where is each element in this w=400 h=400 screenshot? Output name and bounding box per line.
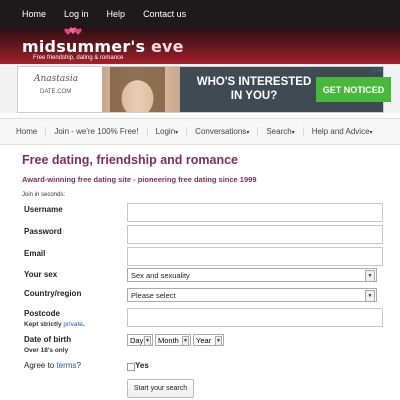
country-select[interactable]: Please select ▼ <box>127 288 377 302</box>
nav-join-label: Join - we're 100% Free! <box>54 127 139 136</box>
dob-day-select[interactable]: Day ▼ <box>127 334 153 346</box>
dob-month-select[interactable]: Month ▼ <box>155 334 191 346</box>
terms-link[interactable]: terms <box>56 361 76 370</box>
nav-home[interactable]: Home <box>16 127 47 136</box>
ad-photo-shading <box>110 67 165 112</box>
caret-down-icon: ▾ <box>291 130 295 136</box>
ad-brand-domain: DATE.COM <box>40 89 72 95</box>
username-label: Username <box>24 205 63 214</box>
topnav-help[interactable]: Help <box>107 9 126 19</box>
site-logo[interactable]: midsummer's eve <box>22 37 184 56</box>
site-tagline: Free friendship, dating & romance <box>33 55 124 61</box>
agree-checkbox[interactable] <box>127 363 135 371</box>
join-seconds-note: Join in seconds: <box>22 192 66 198</box>
agree-label: Agree to terms? <box>24 361 81 370</box>
nav-help-advice[interactable]: Help and Advice▾ <box>312 127 381 136</box>
password-input[interactable] <box>127 225 383 244</box>
caret-down-icon: ▾ <box>369 130 373 136</box>
postcode-note-suffix: . <box>82 321 85 328</box>
postcode-note: Kept strictly private. <box>24 321 85 328</box>
dob-year-value: Year <box>196 335 212 345</box>
ad-cta-button[interactable]: GET NOTICED <box>316 77 391 102</box>
caret-down-icon: ▾ <box>246 130 250 136</box>
select-arrow-icon: ▼ <box>215 336 222 346</box>
country-label: Country/region <box>24 289 82 298</box>
sex-select-value: Sex and sexuality <box>131 270 190 280</box>
main-navigation: Home Join - we're 100% Free! Login▾ Conv… <box>0 119 400 145</box>
advertisement-banner[interactable]: Anastasia DATE.COM WHO'S INTERESTED IN Y… <box>17 66 391 113</box>
top-navigation: Home Log in Help Contact us <box>0 0 400 27</box>
brand-header: midsummer's eve Free friendship, dating … <box>0 27 400 64</box>
nav-login-label: Login <box>155 127 176 136</box>
topnav-home[interactable]: Home <box>22 9 46 19</box>
signup-form: Free dating, friendship and romance Awar… <box>22 153 383 398</box>
logo-name-1: midsummer's <box>22 37 146 56</box>
agree-text: Agree to <box>24 361 57 370</box>
country-select-value: Please select <box>131 290 176 300</box>
nav-join[interactable]: Join - we're 100% Free! <box>54 127 148 136</box>
select-arrow-icon: ▼ <box>365 270 375 282</box>
topnav-login[interactable]: Log in <box>64 9 89 19</box>
nav-search-label: Search <box>266 127 292 136</box>
nav-help-advice-label: Help and Advice <box>311 127 370 136</box>
agree-suffix: ? <box>76 361 81 370</box>
dob-label: Date of birth <box>24 335 72 344</box>
sex-select[interactable]: Sex and sexuality ▼ <box>127 268 377 282</box>
page-subtitle: Award-winning free dating site - pioneer… <box>22 175 257 184</box>
email-input[interactable] <box>127 247 383 266</box>
sex-label: Your sex <box>24 270 58 279</box>
nav-home-label: Home <box>16 127 38 136</box>
caret-down-icon: ▾ <box>175 130 179 136</box>
nav-conversations-label: Conversations <box>195 127 247 136</box>
dob-month-value: Month <box>158 335 179 345</box>
logo-name-2: eve <box>145 37 184 56</box>
username-input[interactable] <box>127 203 383 222</box>
dob-year-select[interactable]: Year ▼ <box>193 334 224 346</box>
dob-day-value: Day <box>130 335 144 345</box>
select-arrow-icon: ▼ <box>365 290 375 302</box>
email-label: Email <box>24 249 46 258</box>
nav-login[interactable]: Login▾ <box>156 127 188 136</box>
postcode-label: Postcode <box>24 309 61 318</box>
ad-brand-panel: Anastasia DATE.COM <box>18 67 102 112</box>
ad-choices-icon[interactable]: ▷✕ <box>372 67 382 74</box>
select-arrow-icon: ▼ <box>144 336 151 346</box>
privacy-link[interactable]: private <box>63 321 83 328</box>
postcode-input[interactable] <box>127 308 383 327</box>
dob-note: Over 18's only <box>24 347 69 354</box>
select-arrow-icon: ▼ <box>182 336 189 346</box>
password-label: Password <box>24 227 62 236</box>
nav-conversations[interactable]: Conversations▾ <box>195 127 259 136</box>
postcode-note-text: Kept strictly <box>24 321 64 328</box>
topnav-contact[interactable]: Contact us <box>143 9 186 19</box>
nav-search[interactable]: Search▾ <box>266 127 304 136</box>
page-title: Free dating, friendship and romance <box>22 153 239 167</box>
agree-yes-label: Yes <box>135 361 149 370</box>
ad-headline: WHO'S INTERESTED IN YOU? <box>196 76 312 102</box>
start-search-button[interactable]: Start your search <box>127 379 194 398</box>
ad-brand-script: Anastasia <box>34 74 79 84</box>
ad-band: Anastasia DATE.COM WHO'S INTERESTED IN Y… <box>0 64 400 113</box>
